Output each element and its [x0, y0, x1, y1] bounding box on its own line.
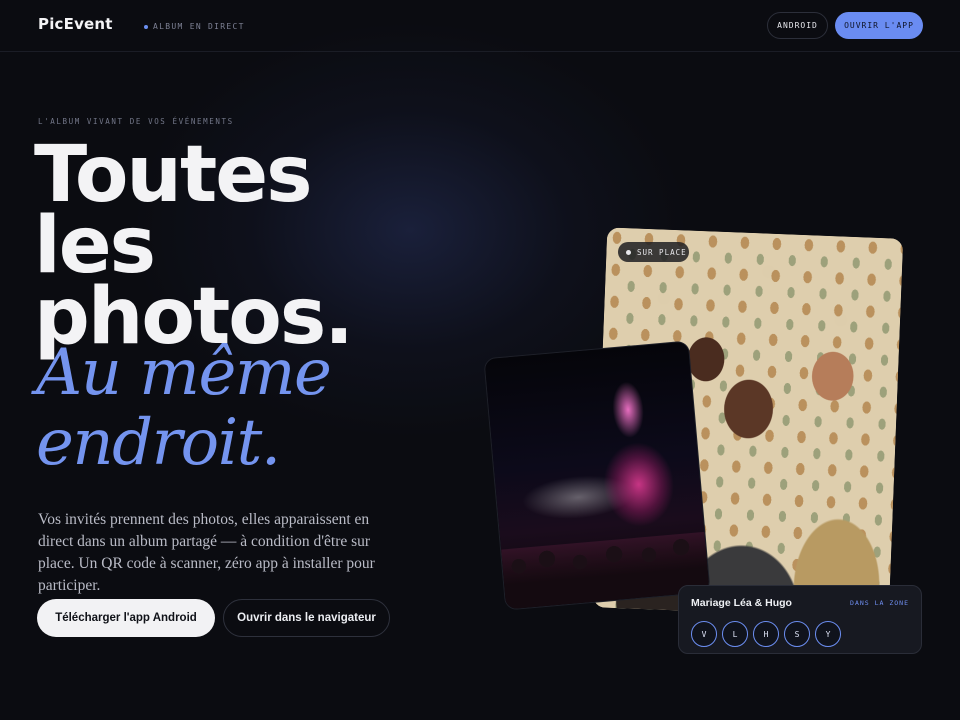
open-browser-button[interactable]: Ouvrir dans le navigateur [223, 599, 390, 637]
avatar-list: V L H S Y [691, 621, 841, 647]
hero-description: Vos invités prennent des photos, elles a… [38, 511, 375, 594]
album-card[interactable]: Mariage Léa & Hugo DANS LA ZONE V L H S … [678, 585, 922, 654]
album-status: DANS LA ZONE [850, 599, 909, 607]
logo[interactable]: PicEvent [38, 15, 113, 33]
download-android-button[interactable]: Télécharger l'app Android [37, 599, 215, 637]
eyebrow: L'ALBUM VIVANT DE VOS ÉVÉNEMENTS [38, 117, 234, 126]
badge-dot-icon [626, 249, 631, 255]
avatar: H [753, 621, 779, 647]
album-title: Mariage Léa & Hugo [691, 597, 792, 609]
script-line: endroit. [36, 406, 281, 480]
badge-label: SUR PLACE [637, 247, 687, 257]
live-dot-icon [144, 24, 148, 29]
headline: Toutes les photos. [34, 136, 354, 356]
top-bar: PicEvent ALBUM EN DIRECT ANDROID OUVRIR … [0, 0, 960, 52]
open-app-button[interactable]: OUVRIR L'APP [835, 12, 923, 39]
script-line: Au même [36, 336, 332, 410]
tagline-text: ALBUM EN DIRECT [153, 22, 245, 31]
script-headline: Au même endroit. [36, 336, 332, 480]
android-button[interactable]: ANDROID [767, 12, 828, 39]
concert-photo [483, 340, 711, 611]
on-site-badge: SUR PLACE [618, 242, 689, 262]
avatar: S [784, 621, 810, 647]
avatar: Y [815, 621, 841, 647]
tagline: ALBUM EN DIRECT [144, 22, 245, 31]
avatar: V [691, 621, 717, 647]
avatar: L [722, 621, 748, 647]
